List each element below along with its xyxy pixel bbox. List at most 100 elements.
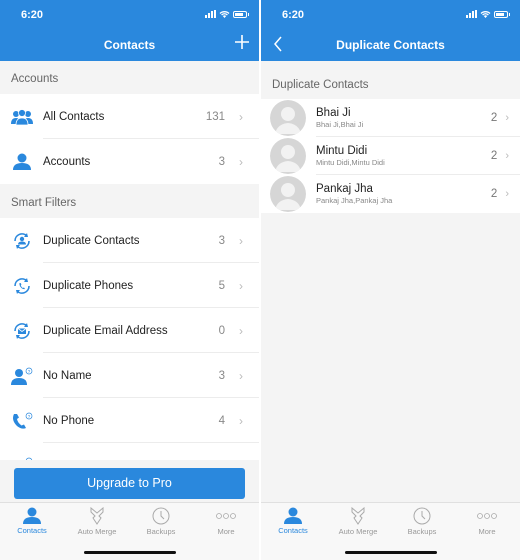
chevron-right-icon: › bbox=[239, 109, 243, 124]
duplicate-count: 2 bbox=[490, 188, 498, 200]
chevron-right-icon: › bbox=[505, 188, 509, 200]
tab-label: Auto Merge bbox=[338, 527, 378, 536]
row-duplicate-contacts[interactable]: Duplicate Contacts 3 › bbox=[0, 218, 259, 263]
clock-icon bbox=[152, 507, 170, 525]
signal-icon bbox=[466, 10, 477, 18]
avatar bbox=[270, 100, 306, 136]
nav-bar: 6:20 Duplicate Contacts bbox=[261, 0, 520, 61]
wifi-icon bbox=[219, 11, 230, 18]
tab-label: Auto Merge bbox=[77, 527, 117, 536]
tab-label: Contacts bbox=[17, 526, 47, 535]
contact-detail: Mintu Didi,Mintu Didi bbox=[316, 158, 385, 167]
group-icon bbox=[0, 108, 43, 125]
chevron-right-icon: › bbox=[505, 150, 509, 162]
upgrade-to-pro-button[interactable]: Upgrade to Pro bbox=[14, 468, 245, 499]
status-time: 6:20 bbox=[282, 9, 305, 21]
contact-detail: Pankaj Jha,Pankaj Jha bbox=[316, 196, 393, 205]
duplicate-item[interactable]: Mintu Didi Mintu Didi,Mintu Didi 2 › bbox=[261, 137, 520, 175]
section-header-smart-filters: Smart Filters bbox=[0, 184, 259, 218]
tab-auto-merge[interactable]: Auto Merge bbox=[326, 507, 390, 536]
duplicate-contacts-screen: 6:20 Duplicate Contacts Duplicate Contac… bbox=[261, 0, 520, 560]
contact-name: Bhai Ji bbox=[316, 107, 351, 119]
tab-contacts[interactable]: Contacts bbox=[261, 507, 325, 535]
row-label: Duplicate Email Address bbox=[43, 324, 168, 337]
status-icons bbox=[205, 10, 249, 18]
chevron-right-icon: › bbox=[239, 233, 243, 248]
page-title: Duplicate Contacts bbox=[336, 38, 445, 52]
duplicate-count: 2 bbox=[490, 150, 498, 162]
row-label: Duplicate Phones bbox=[43, 279, 134, 292]
row-no-phone[interactable]: ? No Phone 4 › bbox=[0, 398, 259, 443]
plus-icon bbox=[235, 35, 249, 49]
merge-icon bbox=[351, 507, 365, 525]
tab-contacts[interactable]: Contacts bbox=[0, 507, 64, 535]
item-text: Pankaj Jha Pankaj Jha,Pankaj Jha bbox=[316, 182, 491, 206]
person-icon bbox=[284, 507, 302, 524]
duplicate-list: Duplicate Contacts Bhai Ji Bhai Ji,Bhai … bbox=[261, 61, 520, 213]
duplicate-email-icon bbox=[0, 322, 43, 340]
row-count: 4 bbox=[218, 414, 225, 427]
row-count: 5 bbox=[218, 279, 225, 292]
row-no-name[interactable]: ? No Name 3 › bbox=[0, 353, 259, 398]
row-count: 131 bbox=[205, 110, 225, 123]
merge-icon bbox=[90, 507, 104, 525]
section-header-accounts: Accounts bbox=[0, 61, 259, 94]
clock-icon bbox=[413, 507, 431, 525]
row-count: 0 bbox=[218, 324, 225, 337]
chevron-right-icon: › bbox=[239, 154, 243, 169]
tab-more[interactable]: More bbox=[455, 507, 519, 536]
row-label: No Name bbox=[43, 369, 92, 382]
status-time: 6:20 bbox=[21, 9, 44, 21]
section-header-duplicate-contacts: Duplicate Contacts bbox=[261, 61, 520, 99]
tab-more[interactable]: More bbox=[194, 507, 258, 536]
battery-icon bbox=[233, 10, 249, 18]
duplicate-count: 2 bbox=[490, 112, 498, 124]
duplicate-item[interactable]: Bhai Ji Bhai Ji,Bhai Ji 2 › bbox=[261, 99, 520, 137]
tab-label: More bbox=[217, 527, 235, 536]
tab-label: Backups bbox=[407, 527, 437, 536]
person-icon bbox=[0, 153, 43, 170]
row-label: No Phone bbox=[43, 414, 95, 427]
contact-name: Pankaj Jha bbox=[316, 183, 373, 195]
wifi-icon bbox=[480, 11, 491, 18]
duplicate-phone-icon bbox=[0, 277, 43, 295]
avatar bbox=[270, 176, 306, 212]
tab-auto-merge[interactable]: Auto Merge bbox=[65, 507, 129, 536]
row-duplicate-phones[interactable]: Duplicate Phones 5 › bbox=[0, 263, 259, 308]
chevron-right-icon: › bbox=[239, 413, 243, 428]
home-indicator bbox=[84, 551, 176, 554]
item-text: Mintu Didi Mintu Didi,Mintu Didi bbox=[316, 144, 491, 168]
no-phone-icon: ? bbox=[0, 412, 43, 430]
row-all-contacts[interactable]: All Contacts 131 › bbox=[0, 94, 259, 139]
tab-backups[interactable]: Backups bbox=[390, 507, 454, 536]
duplicate-contact-icon bbox=[0, 232, 43, 250]
nav-bar: 6:20 Contacts bbox=[0, 0, 259, 61]
contacts-list: Accounts All Contacts 131 › Accounts 3 ›… bbox=[0, 61, 259, 488]
add-contact-button[interactable] bbox=[235, 33, 249, 53]
row-duplicate-email[interactable]: Duplicate Email Address 0 › bbox=[0, 308, 259, 353]
more-dots-icon bbox=[216, 513, 236, 519]
tab-backups[interactable]: Backups bbox=[129, 507, 193, 536]
row-count: 3 bbox=[218, 369, 225, 382]
more-dots-icon bbox=[477, 513, 497, 519]
tab-label: More bbox=[478, 527, 496, 536]
contact-detail: Bhai Ji,Bhai Ji bbox=[316, 120, 364, 129]
contacts-screen: 6:20 Contacts Accounts All Contacts 131 … bbox=[0, 0, 259, 560]
row-accounts[interactable]: Accounts 3 › bbox=[0, 139, 259, 184]
row-count: 3 bbox=[218, 234, 225, 247]
home-indicator bbox=[345, 551, 437, 554]
avatar bbox=[270, 138, 306, 174]
row-label: All Contacts bbox=[43, 110, 105, 123]
battery-icon bbox=[494, 10, 510, 18]
row-label: Duplicate Contacts bbox=[43, 234, 140, 247]
tab-label: Backups bbox=[146, 527, 176, 536]
duplicate-item[interactable]: Pankaj Jha Pankaj Jha,Pankaj Jha 2 › bbox=[261, 175, 520, 213]
chevron-right-icon: › bbox=[239, 368, 243, 383]
signal-icon bbox=[205, 10, 216, 18]
chevron-right-icon: › bbox=[239, 278, 243, 293]
row-label: Accounts bbox=[43, 155, 91, 168]
page-title: Contacts bbox=[103, 38, 156, 52]
item-text: Bhai Ji Bhai Ji,Bhai Ji bbox=[316, 106, 491, 130]
tab-label: Contacts bbox=[278, 526, 308, 535]
person-icon bbox=[23, 507, 41, 524]
